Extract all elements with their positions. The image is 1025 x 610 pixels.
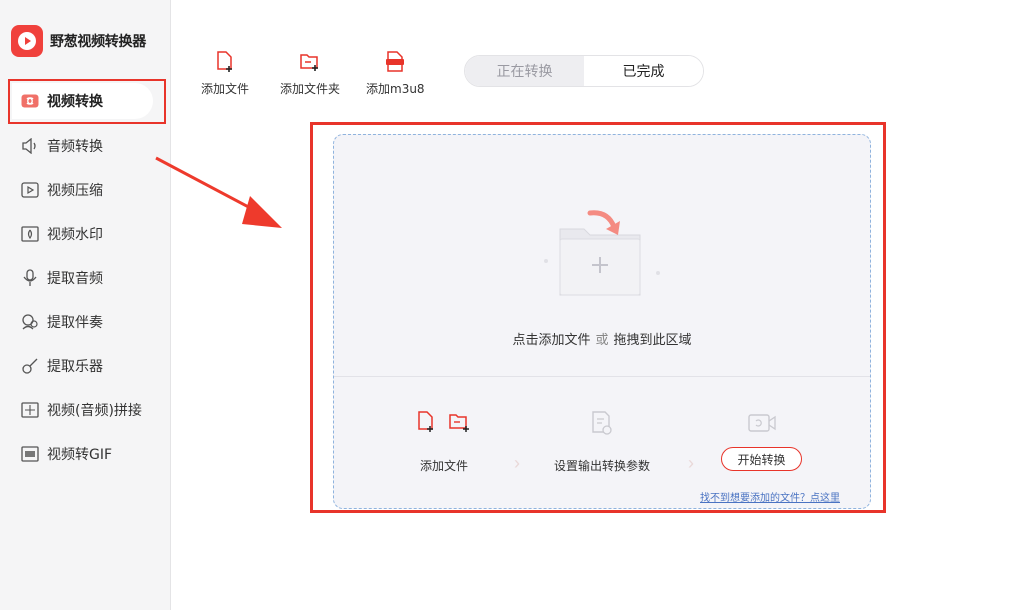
step-set-params-label: 设置输出转换参数: [554, 459, 651, 473]
sidebar-item-label: 提取乐器: [47, 359, 103, 375]
folder-add-icon: [544, 210, 660, 296]
tab-completed[interactable]: 已完成: [584, 56, 703, 86]
merge-icon: [20, 400, 40, 420]
app-brand: 野葱视频转换器: [11, 24, 146, 58]
sidebar-item-video-compress[interactable]: 视频压缩: [12, 172, 162, 208]
video-convert-icon: [20, 91, 40, 111]
drop-area-upper[interactable]: 点击添加文件或拖拽到此区域: [334, 135, 870, 376]
sidebar-item-label: 视频压缩: [47, 183, 103, 199]
sidebar-item-label: 音频转换: [47, 139, 103, 155]
add-folder-button[interactable]: 添加文件夹: [280, 50, 340, 97]
add-file-icon: [213, 50, 237, 74]
play-logo-icon: [11, 25, 43, 57]
drop-hint-click: 点击添加文件: [512, 333, 591, 348]
sidebar-item-label: 视频(音频)拼接: [47, 403, 142, 419]
sidebar-item-label: 提取伴奏: [47, 315, 103, 331]
sidebar-item-extract-audio[interactable]: 提取音频: [12, 260, 162, 296]
convert-video-icon: [748, 414, 776, 432]
sidebar-item-label: 视频转GIF: [47, 447, 113, 463]
sidebar-item-video-to-gif[interactable]: 视频转GIF: [12, 436, 162, 472]
sidebar-item-video-watermark[interactable]: 视频水印: [12, 216, 162, 252]
divider: [334, 376, 870, 377]
sidebar-item-label: 提取音频: [47, 271, 103, 287]
step-add-file[interactable]: 添加文件: [416, 411, 472, 474]
drop-hint-or: 或: [595, 333, 609, 348]
sidebar-item-label: 视频水印: [47, 227, 103, 243]
step-add-file-icon: [418, 411, 469, 432]
file-drop-zone[interactable]: 点击添加文件或拖拽到此区域 添加文件 › 设置输出转换参数 › 开始转换 找不到…: [333, 134, 871, 509]
add-file-button[interactable]: 添加文件: [201, 50, 249, 97]
step-chevron-icon: ›: [688, 453, 694, 473]
add-file-label: 添加文件: [201, 82, 250, 96]
watermark-icon: [20, 224, 40, 244]
app-title: 野葱视频转换器: [50, 34, 146, 50]
sidebar-item-audio-convert[interactable]: 音频转换: [12, 128, 162, 164]
video-compress-icon: [20, 180, 40, 200]
settings-document-icon: [592, 411, 612, 435]
drop-hint: 点击添加文件或拖拽到此区域: [334, 329, 870, 348]
microphone-icon: [20, 268, 40, 288]
guitar-icon: [20, 356, 40, 376]
annotation-arrow-icon: [155, 156, 282, 228]
sidebar-item-extract-accompaniment[interactable]: 提取伴奏: [12, 304, 162, 340]
accompaniment-icon: [20, 312, 40, 332]
start-convert-button[interactable]: 开始转换: [721, 447, 802, 471]
m3u8-file-icon: [383, 50, 407, 74]
step-set-params: 设置输出转换参数: [554, 411, 650, 474]
gif-icon: [20, 444, 40, 464]
speaker-icon: [20, 136, 40, 156]
sidebar-item-label: 视频转换: [47, 94, 103, 110]
sidebar-item-video-convert[interactable]: 视频转换: [12, 83, 153, 119]
step-chevron-icon: ›: [514, 453, 520, 473]
add-m3u8-button[interactable]: 添加m3u8: [366, 50, 425, 97]
sidebar: 野葱视频转换器 视频转换 音频转换 视频压缩 视频水印 提取音频 提取伴奏 提取…: [0, 0, 171, 610]
drop-hint-drag: 拖拽到此区域: [613, 333, 692, 348]
help-link[interactable]: 找不到想要添加的文件？点这里: [700, 489, 840, 504]
tab-converting[interactable]: 正在转换: [465, 56, 584, 86]
status-tab-switch: 正在转换 已完成: [464, 55, 704, 87]
sidebar-item-extract-instrument[interactable]: 提取乐器: [12, 348, 162, 384]
add-m3u8-label: 添加m3u8: [366, 82, 425, 96]
add-folder-label: 添加文件夹: [280, 82, 341, 96]
add-folder-icon: [298, 50, 322, 74]
sidebar-item-merge[interactable]: 视频(音频)拼接: [12, 392, 162, 428]
step-add-file-label: 添加文件: [419, 459, 468, 473]
